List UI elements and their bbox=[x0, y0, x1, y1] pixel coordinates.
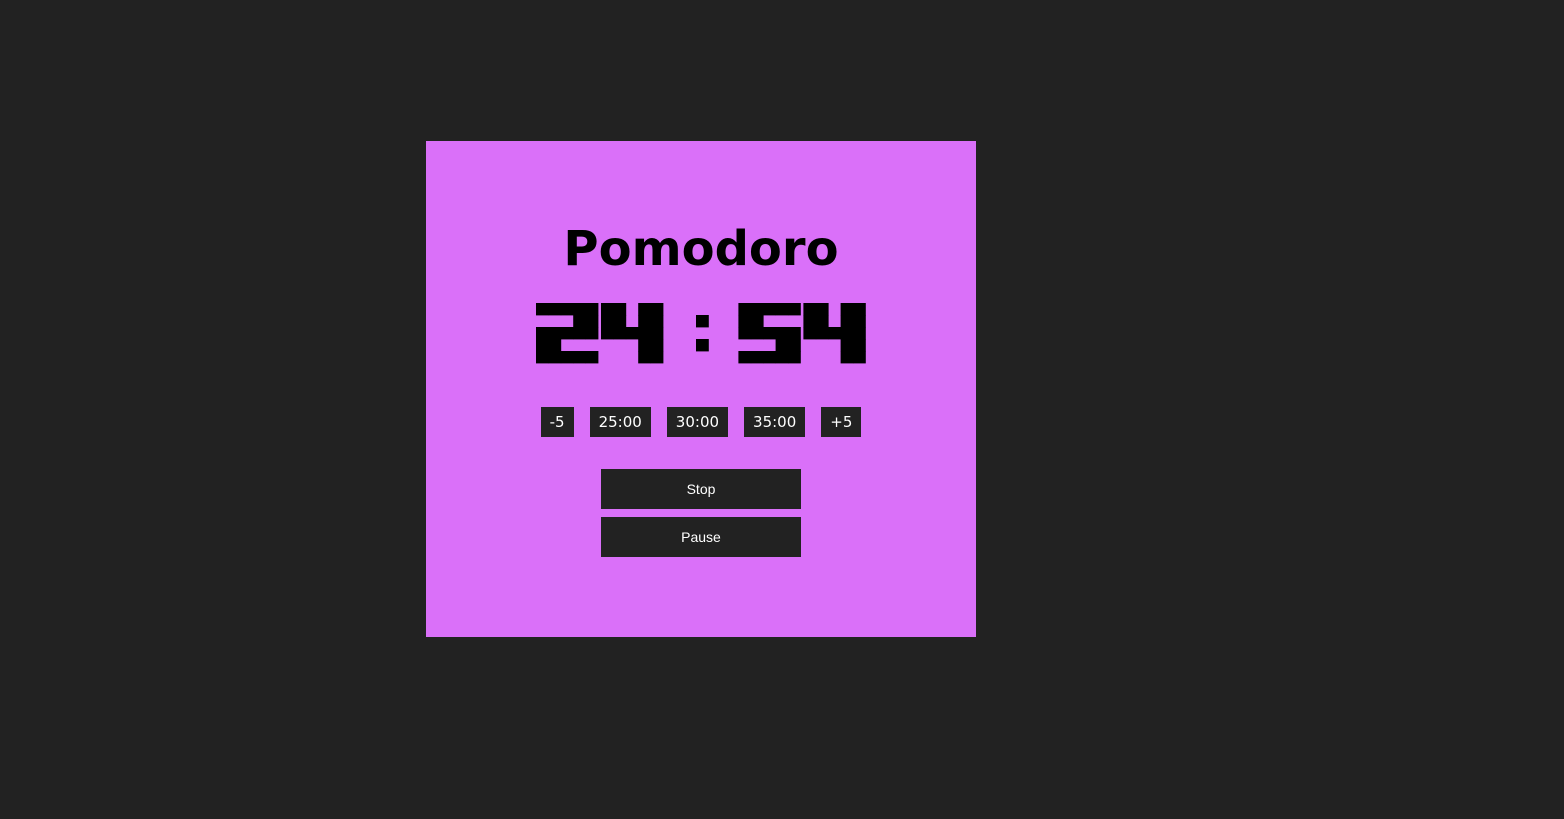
timer-digit bbox=[536, 303, 599, 364]
preset-35-button[interactable]: 35:00 bbox=[744, 407, 806, 437]
pomodoro-card: Pomodoro -5 25:00 30:00 35:00 +5 Stop Pa… bbox=[426, 141, 976, 637]
plus-five-button[interactable]: +5 bbox=[821, 407, 862, 437]
stop-button[interactable]: Stop bbox=[601, 469, 801, 509]
timer-digits bbox=[536, 303, 866, 364]
preset-buttons: -5 25:00 30:00 35:00 +5 bbox=[426, 407, 976, 437]
app-title: Pomodoro bbox=[563, 221, 839, 277]
preset-30-button[interactable]: 30:00 bbox=[666, 407, 729, 437]
minus-five-button[interactable]: -5 bbox=[540, 407, 574, 437]
timer-digit bbox=[601, 303, 664, 364]
timer-colon bbox=[696, 315, 709, 352]
timer-digit bbox=[803, 303, 866, 364]
timer-digit bbox=[738, 303, 801, 364]
preset-25-button[interactable]: 25:00 bbox=[589, 407, 651, 437]
pause-button[interactable]: Pause bbox=[601, 517, 801, 557]
timer-display bbox=[426, 301, 976, 369]
